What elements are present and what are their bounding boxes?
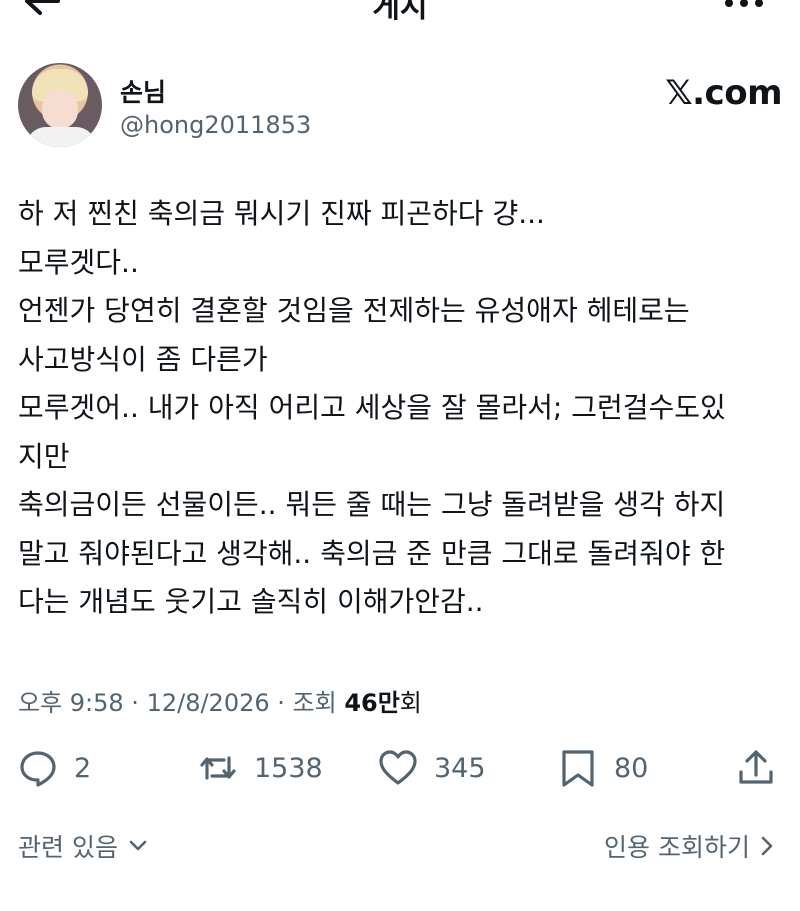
quote-views-link[interactable]: 인용 조회하기 xyxy=(604,828,774,864)
reply-icon xyxy=(20,751,56,787)
more-horizontal-icon[interactable] xyxy=(724,0,764,8)
footer-row: 관련 있음 인용 조회하기 xyxy=(0,828,800,868)
tweet-line: 다는 개념도 웃기고 솔직히 이해가안감.. xyxy=(18,585,484,618)
chevron-right-icon xyxy=(761,836,773,856)
user-handle[interactable]: @hong2011853 xyxy=(120,111,311,139)
action-bar: 2 1538 345 80 xyxy=(0,740,800,796)
bookmark-button[interactable]: 80 xyxy=(558,740,648,796)
bookmark-icon xyxy=(562,750,594,787)
display-name[interactable]: 손님 xyxy=(120,73,166,109)
tweet-meta: 오후 9:58 · 12/8/2026 · 조회 46만회 xyxy=(18,683,422,718)
reply-button[interactable]: 2 xyxy=(18,740,91,796)
page-title: 게시 xyxy=(372,0,428,25)
tweet-line: 지만 xyxy=(18,439,70,473)
view-count-unit: 회 xyxy=(399,689,422,717)
like-count: 345 xyxy=(434,752,486,784)
related-label: 관련 있음 xyxy=(18,833,118,862)
like-button[interactable]: 345 xyxy=(378,740,486,796)
tweet-line: 하 저 찐친 축의금 뭐시기 진짜 피곤하다 걍... xyxy=(18,197,545,230)
reply-count: 2 xyxy=(74,752,92,784)
heart-icon xyxy=(379,750,417,785)
tweet-text: 하 저 찐친 축의금 뭐시기 진짜 피곤하다 걍... 모루겟다.. 언젠가 당… xyxy=(18,190,788,627)
tweet-line: 모루겟다.. xyxy=(18,245,139,279)
bookmark-count: 80 xyxy=(614,752,649,784)
tweet-line: 사고방식이 좀 다른가 xyxy=(18,342,268,376)
tweet-line: 축의금이든 선물이든.. 뭐든 줄 때는 그냥 돌려받을 생각 하지 xyxy=(18,488,726,521)
related-toggle[interactable]: 관련 있음 xyxy=(18,828,148,864)
tweet-line: 모루겟어.. 내가 아직 어리고 세상을 잘 몰라서; 그런걸수도있 xyxy=(18,391,726,424)
repost-button[interactable]: 1538 xyxy=(198,740,323,796)
repost-count: 1538 xyxy=(254,752,323,784)
quote-views-label: 인용 조회하기 xyxy=(604,833,750,862)
chevron-down-icon xyxy=(129,840,147,851)
share-icon xyxy=(739,750,773,784)
top-bar: 게시 xyxy=(0,0,800,30)
view-count[interactable]: 46만 xyxy=(344,689,399,717)
tweet-line: 언젠가 당연히 결혼할 것임을 전제하는 유성애자 헤테로는 xyxy=(18,294,690,327)
avatar[interactable] xyxy=(18,63,102,147)
profile-header: 손님 @hong2011853 𝕏.com xyxy=(18,63,782,153)
x-logo: 𝕏.com xyxy=(665,73,782,113)
share-button[interactable] xyxy=(736,740,776,796)
timestamp: 오후 9:58 · 12/8/2026 · 조회 xyxy=(18,689,345,717)
repost-icon xyxy=(200,756,236,780)
tweet-line: 말고 줘야된다고 생각해.. 축의금 준 만큼 그대로 돌려줘야 한 xyxy=(18,536,726,570)
